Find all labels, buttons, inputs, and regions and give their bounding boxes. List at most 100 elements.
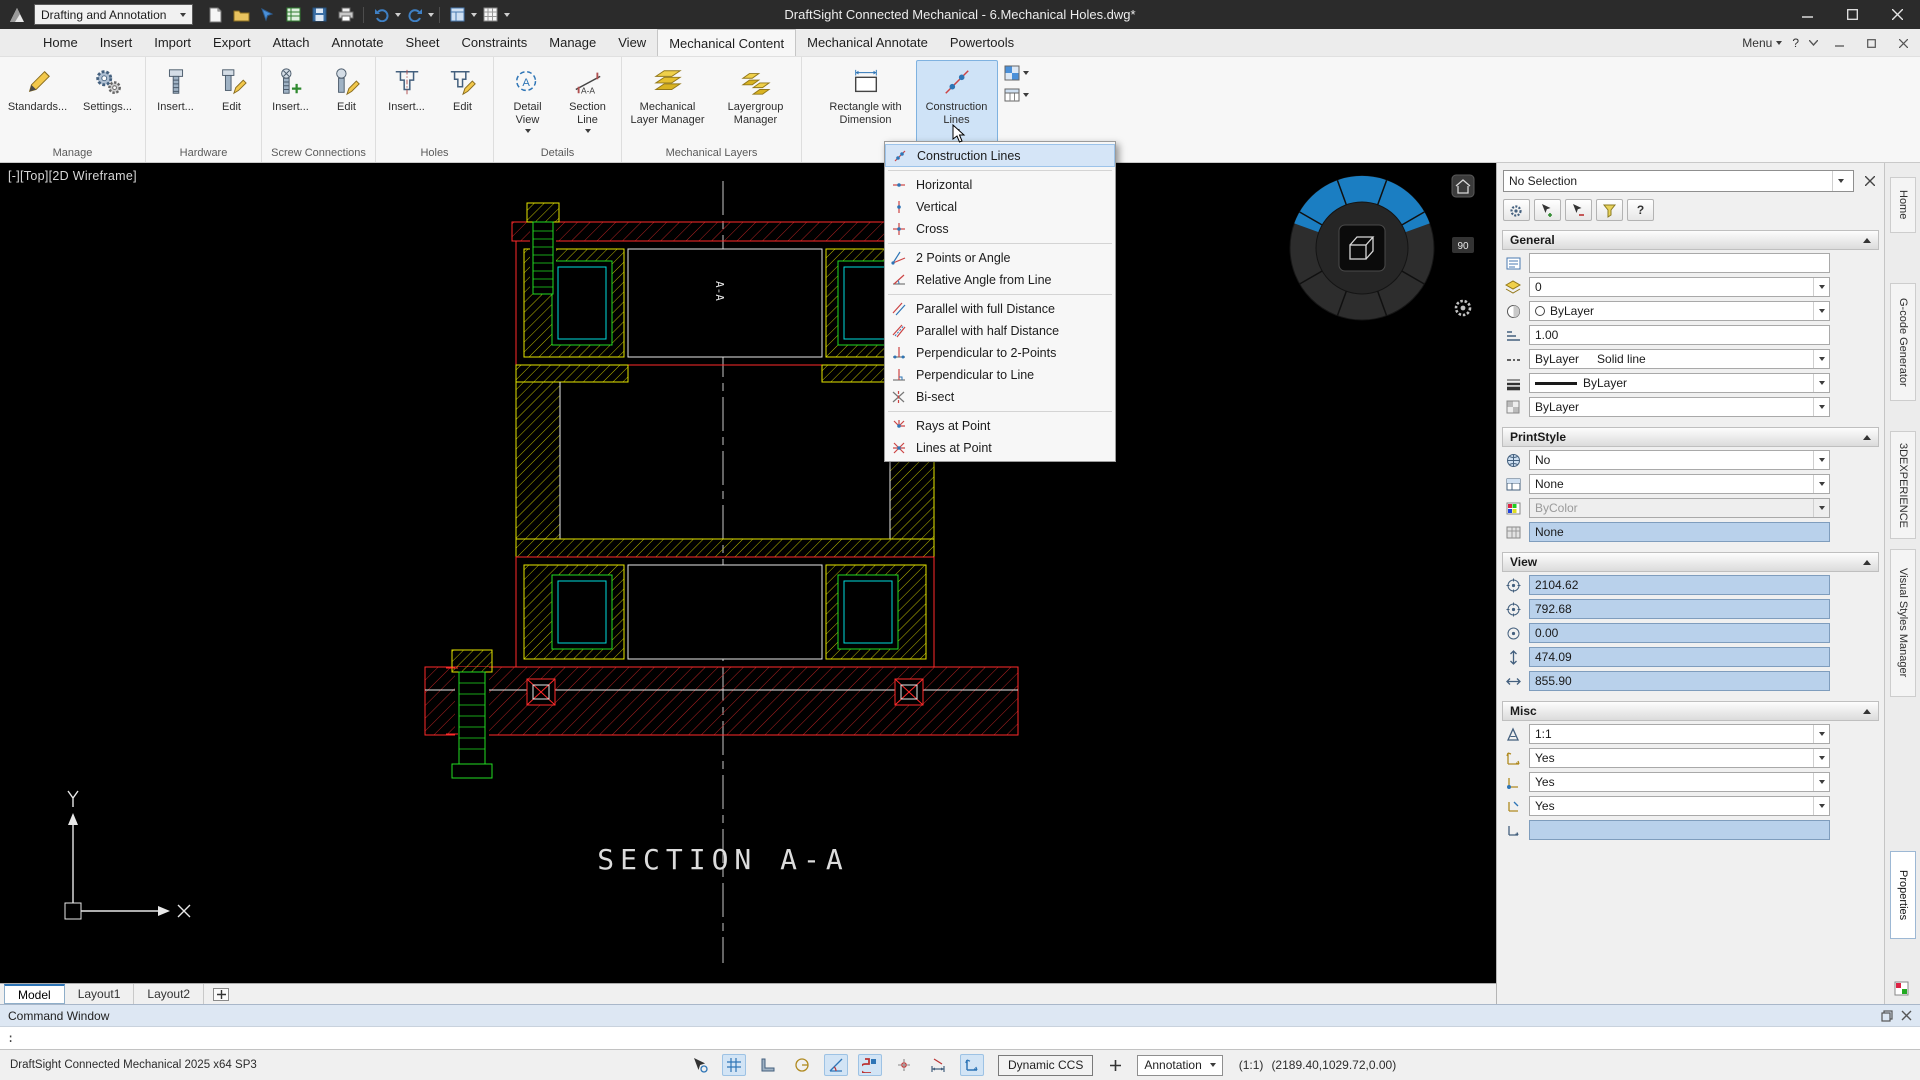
sheet-tab-layout2[interactable]: Layout2 <box>134 984 204 1004</box>
entity-track-icon[interactable] <box>892 1054 916 1076</box>
palette-tab-visual-styles-manager[interactable]: Visual Styles Manager <box>1890 549 1916 697</box>
holes-edit-button[interactable]: Edit <box>437 60 489 144</box>
printstyle-table-combo[interactable]: None <box>1529 474 1830 494</box>
transparency-combo[interactable]: ByLayer <box>1529 397 1830 417</box>
menu-tab-view[interactable]: View <box>607 29 657 56</box>
menu-item-construction-lines[interactable]: Construction Lines <box>885 144 1115 167</box>
menu-item-2-points-or-angle[interactable]: 2 Points or Angle <box>885 247 1115 269</box>
palette-tab-properties[interactable]: Properties <box>1890 851 1916 939</box>
detail-view-dropdown-icon[interactable] <box>525 129 531 133</box>
section-line-dropdown-icon[interactable] <box>585 129 591 133</box>
command-input[interactable]: : <box>0 1026 1920 1049</box>
menu-item-perpendicular-to-line[interactable]: Perpendicular to Line <box>885 364 1115 386</box>
section-header-printstyle[interactable]: PrintStyle <box>1502 427 1879 447</box>
hardware-insert-button[interactable]: Insert... <box>150 60 202 144</box>
redo-button[interactable] <box>402 3 427 26</box>
menu-button[interactable]: Menu <box>1742 36 1782 50</box>
drawing-canvas[interactable]: A-A <box>0 163 1496 983</box>
menu-tab-insert[interactable]: Insert <box>89 29 144 56</box>
annotation-scale-combo[interactable]: 1:1 <box>1529 724 1830 744</box>
pattern-fill-button[interactable] <box>1002 64 1031 82</box>
grid-settings-button[interactable] <box>478 3 503 26</box>
menu-item-relative-angle-from-line[interactable]: Relative Angle from Line <box>885 269 1115 291</box>
element-properties-button[interactable] <box>1503 199 1530 221</box>
redo-dropdown-icon[interactable] <box>428 13 434 17</box>
open-file-button[interactable] <box>229 3 254 26</box>
ucs-visible-combo[interactable]: Yes <box>1529 748 1830 768</box>
sheet-tab-model[interactable]: Model <box>4 984 65 1004</box>
doc-minimize-button[interactable] <box>1828 34 1850 52</box>
doc-close-button[interactable] <box>1892 34 1914 52</box>
ucs-origin-combo[interactable]: Yes <box>1529 772 1830 792</box>
menu-item-lines-at-point[interactable]: Lines at Point <box>885 437 1115 459</box>
selection-cycling-icon[interactable] <box>688 1054 712 1076</box>
ortho-icon[interactable] <box>790 1054 814 1076</box>
workspace-selector[interactable]: Drafting and Annotation <box>34 4 193 25</box>
menu-tab-powertools[interactable]: Powertools <box>939 29 1025 56</box>
add-sheet-button[interactable] <box>210 984 232 1004</box>
menu-item-bisect[interactable]: Bi-sect <box>885 386 1115 408</box>
hardware-edit-button[interactable]: Edit <box>206 60 258 144</box>
palette-tab-3dexperience[interactable]: 3DEXPERIENCE <box>1890 431 1916 539</box>
grid-icon[interactable] <box>722 1054 746 1076</box>
annotation-scale-selector[interactable]: Annotation <box>1137 1055 1222 1076</box>
lineweight-combo[interactable]: ByLayer <box>1529 373 1830 393</box>
command-window-float-icon[interactable] <box>1881 1010 1893 1022</box>
menu-tab-attach[interactable]: Attach <box>262 29 321 56</box>
menu-tab-export[interactable]: Export <box>202 29 262 56</box>
import-sheet-button[interactable] <box>281 3 306 26</box>
properties-help-button[interactable]: ? <box>1627 199 1654 221</box>
menu-tab-annotate[interactable]: Annotate <box>320 29 394 56</box>
navigation-wheel[interactable]: 90 <box>1280 167 1490 337</box>
snap-icon[interactable] <box>756 1054 780 1076</box>
viewport-controls-label[interactable]: [-][Top][2D Wireframe] <box>8 169 137 183</box>
undo-button[interactable] <box>369 3 394 26</box>
selection-combo[interactable]: No Selection <box>1503 170 1854 192</box>
mechanical-layer-manager-button[interactable]: Mechanical Layer Manager <box>626 60 710 144</box>
menu-tab-constraints[interactable]: Constraints <box>451 29 539 56</box>
menu-item-vertical[interactable]: Vertical <box>885 196 1115 218</box>
select-remove-button[interactable] <box>1565 199 1592 221</box>
undo-dropdown-icon[interactable] <box>395 13 401 17</box>
menu-item-parallel-half-distance[interactable]: Parallel with half Distance <box>885 320 1115 342</box>
settings-button[interactable]: Settings... <box>75 60 141 144</box>
palette-tab-home[interactable]: Home <box>1890 177 1916 233</box>
add-scale-button[interactable] <box>1105 1055 1125 1076</box>
ucs-view-combo[interactable]: Yes <box>1529 796 1830 816</box>
entity-snap-icon[interactable] <box>858 1054 882 1076</box>
command-window-close-icon[interactable] <box>1901 1010 1912 1022</box>
maximize-button[interactable] <box>1830 0 1875 29</box>
construction-lines-dropdown-icon[interactable] <box>954 129 960 133</box>
ccs-icon[interactable] <box>960 1054 984 1076</box>
section-header-misc[interactable]: Misc <box>1502 701 1879 721</box>
menu-item-cross[interactable]: Cross <box>885 218 1115 240</box>
select-add-button[interactable] <box>1534 199 1561 221</box>
minimize-button[interactable] <box>1785 0 1830 29</box>
section-header-general[interactable]: General <box>1502 230 1879 250</box>
dynamic-ccs-button[interactable]: Dynamic CCS <box>998 1055 1093 1076</box>
new-file-button[interactable] <box>203 3 228 26</box>
linecolor-combo[interactable]: ByLayer <box>1529 301 1830 321</box>
quick-select-button[interactable] <box>1596 199 1623 221</box>
table-button[interactable] <box>1002 86 1031 104</box>
dimension-style-icon[interactable] <box>926 1054 950 1076</box>
menu-item-perpendicular-2-points[interactable]: Perpendicular to 2-Points <box>885 342 1115 364</box>
menu-tab-manage[interactable]: Manage <box>538 29 607 56</box>
help-button[interactable]: ? <box>1792 36 1799 50</box>
sheet-tab-layout1[interactable]: Layout1 <box>65 984 135 1004</box>
layer-combo[interactable]: 0 <box>1529 277 1830 297</box>
section-header-view[interactable]: View <box>1502 552 1879 572</box>
detail-view-button[interactable]: A Detail View <box>500 60 556 144</box>
menu-item-horizontal[interactable]: Horizontal <box>885 174 1115 196</box>
ribbon-collapse-button[interactable] <box>1809 40 1818 46</box>
print-button[interactable] <box>333 3 358 26</box>
linestyle-combo[interactable]: ByLayerSolid line <box>1529 349 1830 369</box>
standards-button[interactable]: Standards... <box>5 60 71 144</box>
rectangle-with-dimension-button[interactable]: Rectangle with Dimension <box>820 60 912 144</box>
layergroup-manager-button[interactable]: Layergroup Manager <box>714 60 798 144</box>
command-window-header[interactable]: Command Window <box>0 1004 1920 1026</box>
grid-dropdown-icon[interactable] <box>504 13 510 17</box>
section-line-button[interactable]: A-A Section Line <box>560 60 616 144</box>
polar-icon[interactable] <box>824 1054 848 1076</box>
menu-tab-mechanical-content[interactable]: Mechanical Content <box>657 29 796 56</box>
